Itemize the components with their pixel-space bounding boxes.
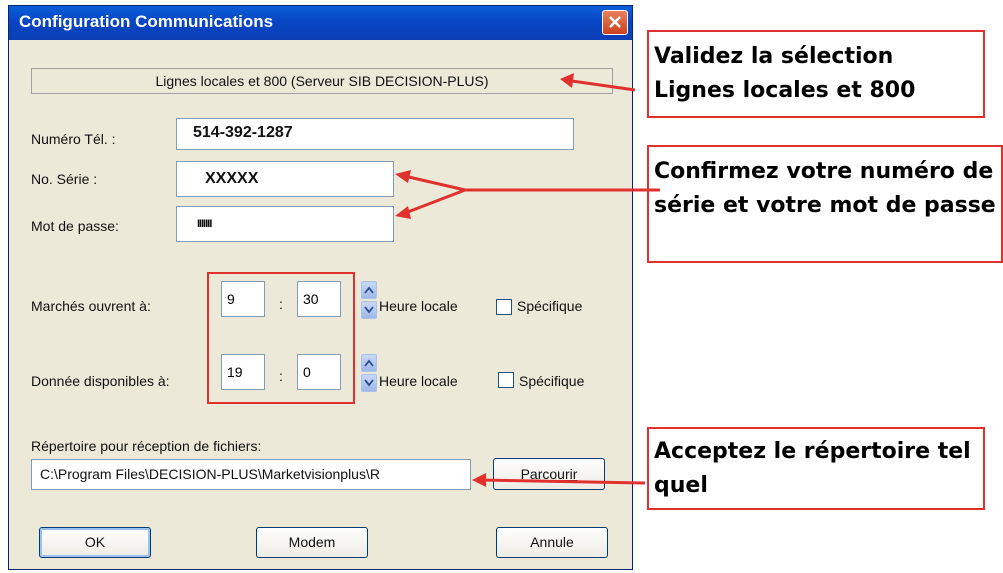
arrow-to-directory [477, 478, 646, 485]
arrow-to-banner [564, 78, 636, 92]
annotation-arrows [395, 73, 660, 487]
arrow-to-password [399, 188, 466, 217]
arrow-to-serial [399, 173, 660, 192]
